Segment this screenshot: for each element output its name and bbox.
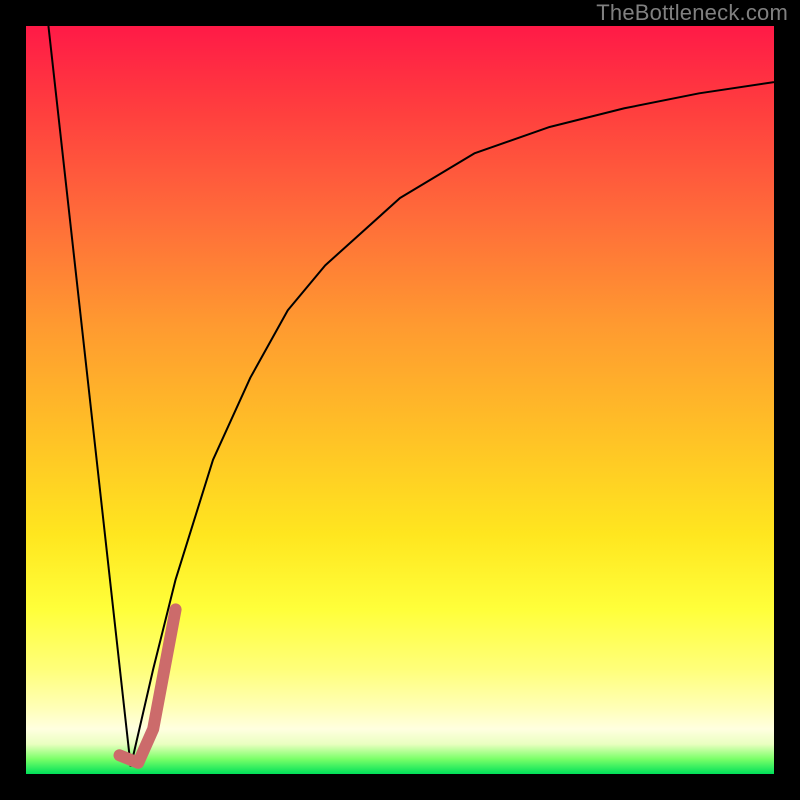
plot-area	[26, 26, 774, 774]
chart-svg	[26, 26, 774, 774]
series-right-branch	[131, 82, 774, 766]
series-left-branch	[48, 26, 130, 767]
watermark-label: TheBottleneck.com	[596, 0, 788, 26]
chart-frame: TheBottleneck.com	[0, 0, 800, 800]
